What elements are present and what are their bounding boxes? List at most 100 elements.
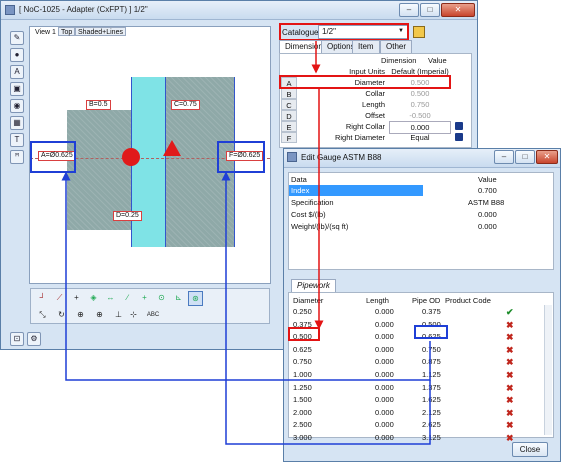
col-gauge-value: Value (478, 175, 497, 184)
tool-6-icon[interactable]: ∕ (120, 291, 135, 306)
dim-row-b[interactable]: B Collar 0.500 (281, 88, 471, 100)
status-icon[interactable]: ✖ (506, 344, 514, 356)
pipework-row[interactable]: 3.000 0.000 3.125 ✖ (288, 432, 548, 445)
dim-value: -0.500 (409, 111, 431, 120)
tab-top[interactable]: Top (58, 27, 76, 36)
pipework-diameter: 3.000 (293, 433, 312, 442)
status-icon[interactable]: ✔ (506, 306, 514, 318)
close-button[interactable]: ✕ (441, 3, 475, 17)
pipework-length: 0.000 (375, 332, 394, 342)
settings-icon[interactable]: ⚙ (27, 332, 41, 346)
pipework-diameter: 1.250 (293, 382, 312, 392)
pipework-row[interactable]: 1.250 0.000 1.375 ✖ (288, 382, 548, 395)
tool-10-icon[interactable]: ⊛ (188, 291, 203, 306)
sphere-icon[interactable]: ● (10, 48, 24, 62)
paint-icon[interactable]: T (10, 133, 24, 147)
tool-abc-icon[interactable]: ABC (143, 308, 163, 323)
col-data: Data (291, 175, 307, 184)
dim-row-e[interactable]: E Right Collar 0.000 (281, 121, 471, 134)
pipework-row[interactable]: 0.750 0.000 0.875 ✖ (288, 356, 548, 369)
tab-pipework[interactable]: Pipework (291, 279, 336, 293)
status-icon[interactable]: ✖ (506, 356, 514, 368)
gauge-row-name[interactable]: Index (291, 186, 309, 195)
pipework-od: 1.625 (422, 395, 441, 405)
pipework-row[interactable]: 0.250 0.000 0.375 ✔ (288, 306, 548, 319)
pipework-length: 0.000 (375, 433, 394, 442)
layout-icon[interactable]: ⊡ (10, 332, 24, 346)
maximize-button[interactable]: □ (420, 3, 440, 17)
catalogue-highlight (279, 23, 409, 41)
ball-icon[interactable]: ◉ (10, 99, 24, 113)
pipework-row[interactable]: 0.625 0.000 0.750 ✖ (288, 344, 548, 357)
gauge-row-name[interactable]: Specification (291, 198, 334, 207)
diameter-highlight (279, 75, 451, 89)
catalogue-browse-icon[interactable] (413, 26, 425, 38)
dim-row-f[interactable]: F Right Diameter Equal (281, 132, 471, 144)
dim-b-label[interactable]: B=0.5 (86, 100, 111, 110)
dim-row-c[interactable]: C Length 0.750 (281, 99, 471, 111)
brush-icon[interactable]: ꟸ (10, 150, 24, 164)
tab-view-1[interactable]: View 1 (32, 27, 59, 36)
col-pipe-od: Pipe OD (412, 296, 441, 305)
status-icon[interactable]: ✖ (506, 394, 514, 406)
gauge-row-value[interactable]: 0.700 (478, 186, 497, 195)
tool-9-icon[interactable]: ⊾ (171, 291, 186, 306)
tool-13-icon[interactable]: ⊕ (73, 308, 88, 323)
status-icon[interactable]: ✖ (506, 419, 514, 431)
camera-icon[interactable]: ▣ (10, 82, 24, 96)
gauge-minimize-button[interactable]: – (494, 150, 514, 164)
text-icon[interactable]: A (10, 65, 24, 79)
tool-12-icon[interactable]: ↻ (54, 308, 69, 323)
dim-value: Equal (410, 133, 430, 142)
pipework-row[interactable]: 2.000 0.000 2.125 ✖ (288, 407, 548, 420)
pipework-diameter: 0.250 (293, 307, 312, 316)
tool-1-icon[interactable]: ┘ (35, 291, 50, 306)
dim-name: Offset (365, 111, 385, 120)
tool-15-icon[interactable]: ⊥ (111, 308, 126, 323)
draw-icon[interactable]: ✎ (10, 31, 24, 45)
pipework-row[interactable]: 1.500 0.000 1.625 ✖ (288, 394, 548, 407)
tool-5-icon[interactable]: ↔ (103, 291, 118, 306)
gauge-row-value[interactable]: ASTM B88 (468, 198, 504, 207)
grid-icon[interactable]: ▦ (10, 116, 24, 130)
status-icon[interactable]: ✖ (506, 331, 514, 343)
tool-4-icon[interactable]: ◈ (86, 291, 101, 306)
pipe-right-edge (165, 77, 166, 247)
status-icon[interactable]: ✖ (506, 382, 514, 394)
app-icon (5, 5, 15, 15)
dim-name: Right Diameter (334, 133, 385, 142)
gauge-close-button[interactable]: ✕ (536, 150, 558, 164)
status-icon[interactable]: ✖ (506, 407, 514, 419)
row-0500-highlight (288, 327, 320, 341)
gauge-maximize-button[interactable]: □ (515, 150, 535, 164)
gauge-row-name[interactable]: Weight/(lb)/(sq ft) (291, 222, 348, 231)
tool-3-icon[interactable]: + (69, 291, 84, 306)
status-icon[interactable]: ✖ (506, 319, 514, 331)
pipework-row[interactable]: 2.500 0.000 2.625 ✖ (288, 419, 548, 432)
pipework-row[interactable]: 1.000 0.000 1.125 ✖ (288, 369, 548, 382)
tool-2-icon[interactable]: ⟋ (52, 291, 67, 306)
dim-row-d[interactable]: D Offset -0.500 (281, 110, 471, 122)
dim-d-label[interactable]: D=0.25 (113, 211, 142, 221)
tab-shaded-lines[interactable]: Shaded+Lines (75, 27, 126, 36)
gauge-close-btn[interactable]: Close (512, 442, 548, 457)
pipework-diameter: 0.750 (293, 357, 312, 367)
dim-c-label[interactable]: C=0.75 (171, 100, 200, 110)
lock-icon[interactable] (455, 133, 463, 141)
pipework-diameter: 1.500 (293, 395, 312, 405)
tool-14-icon[interactable]: ⊕ (92, 308, 107, 323)
gauge-row-value[interactable]: 0.000 (478, 210, 497, 219)
tab-item[interactable]: Item (352, 40, 380, 54)
tool-7-icon[interactable]: + (137, 291, 152, 306)
lock-icon[interactable] (455, 122, 463, 130)
tab-other[interactable]: Other (380, 40, 413, 54)
pipework-od: 1.375 (422, 382, 441, 392)
tool-8-icon[interactable]: ⊙ (154, 291, 169, 306)
status-icon[interactable]: ✖ (506, 369, 514, 381)
col-diameter: Diameter (293, 296, 324, 305)
tool-11-icon[interactable]: ⤡ (35, 308, 50, 323)
minimize-button[interactable]: – (399, 3, 419, 17)
gauge-row-value[interactable]: 0.000 (478, 222, 497, 231)
gauge-row-name[interactable]: Cost $/(lb) (291, 210, 326, 219)
tool-16-icon[interactable]: ⊹ (126, 308, 141, 323)
